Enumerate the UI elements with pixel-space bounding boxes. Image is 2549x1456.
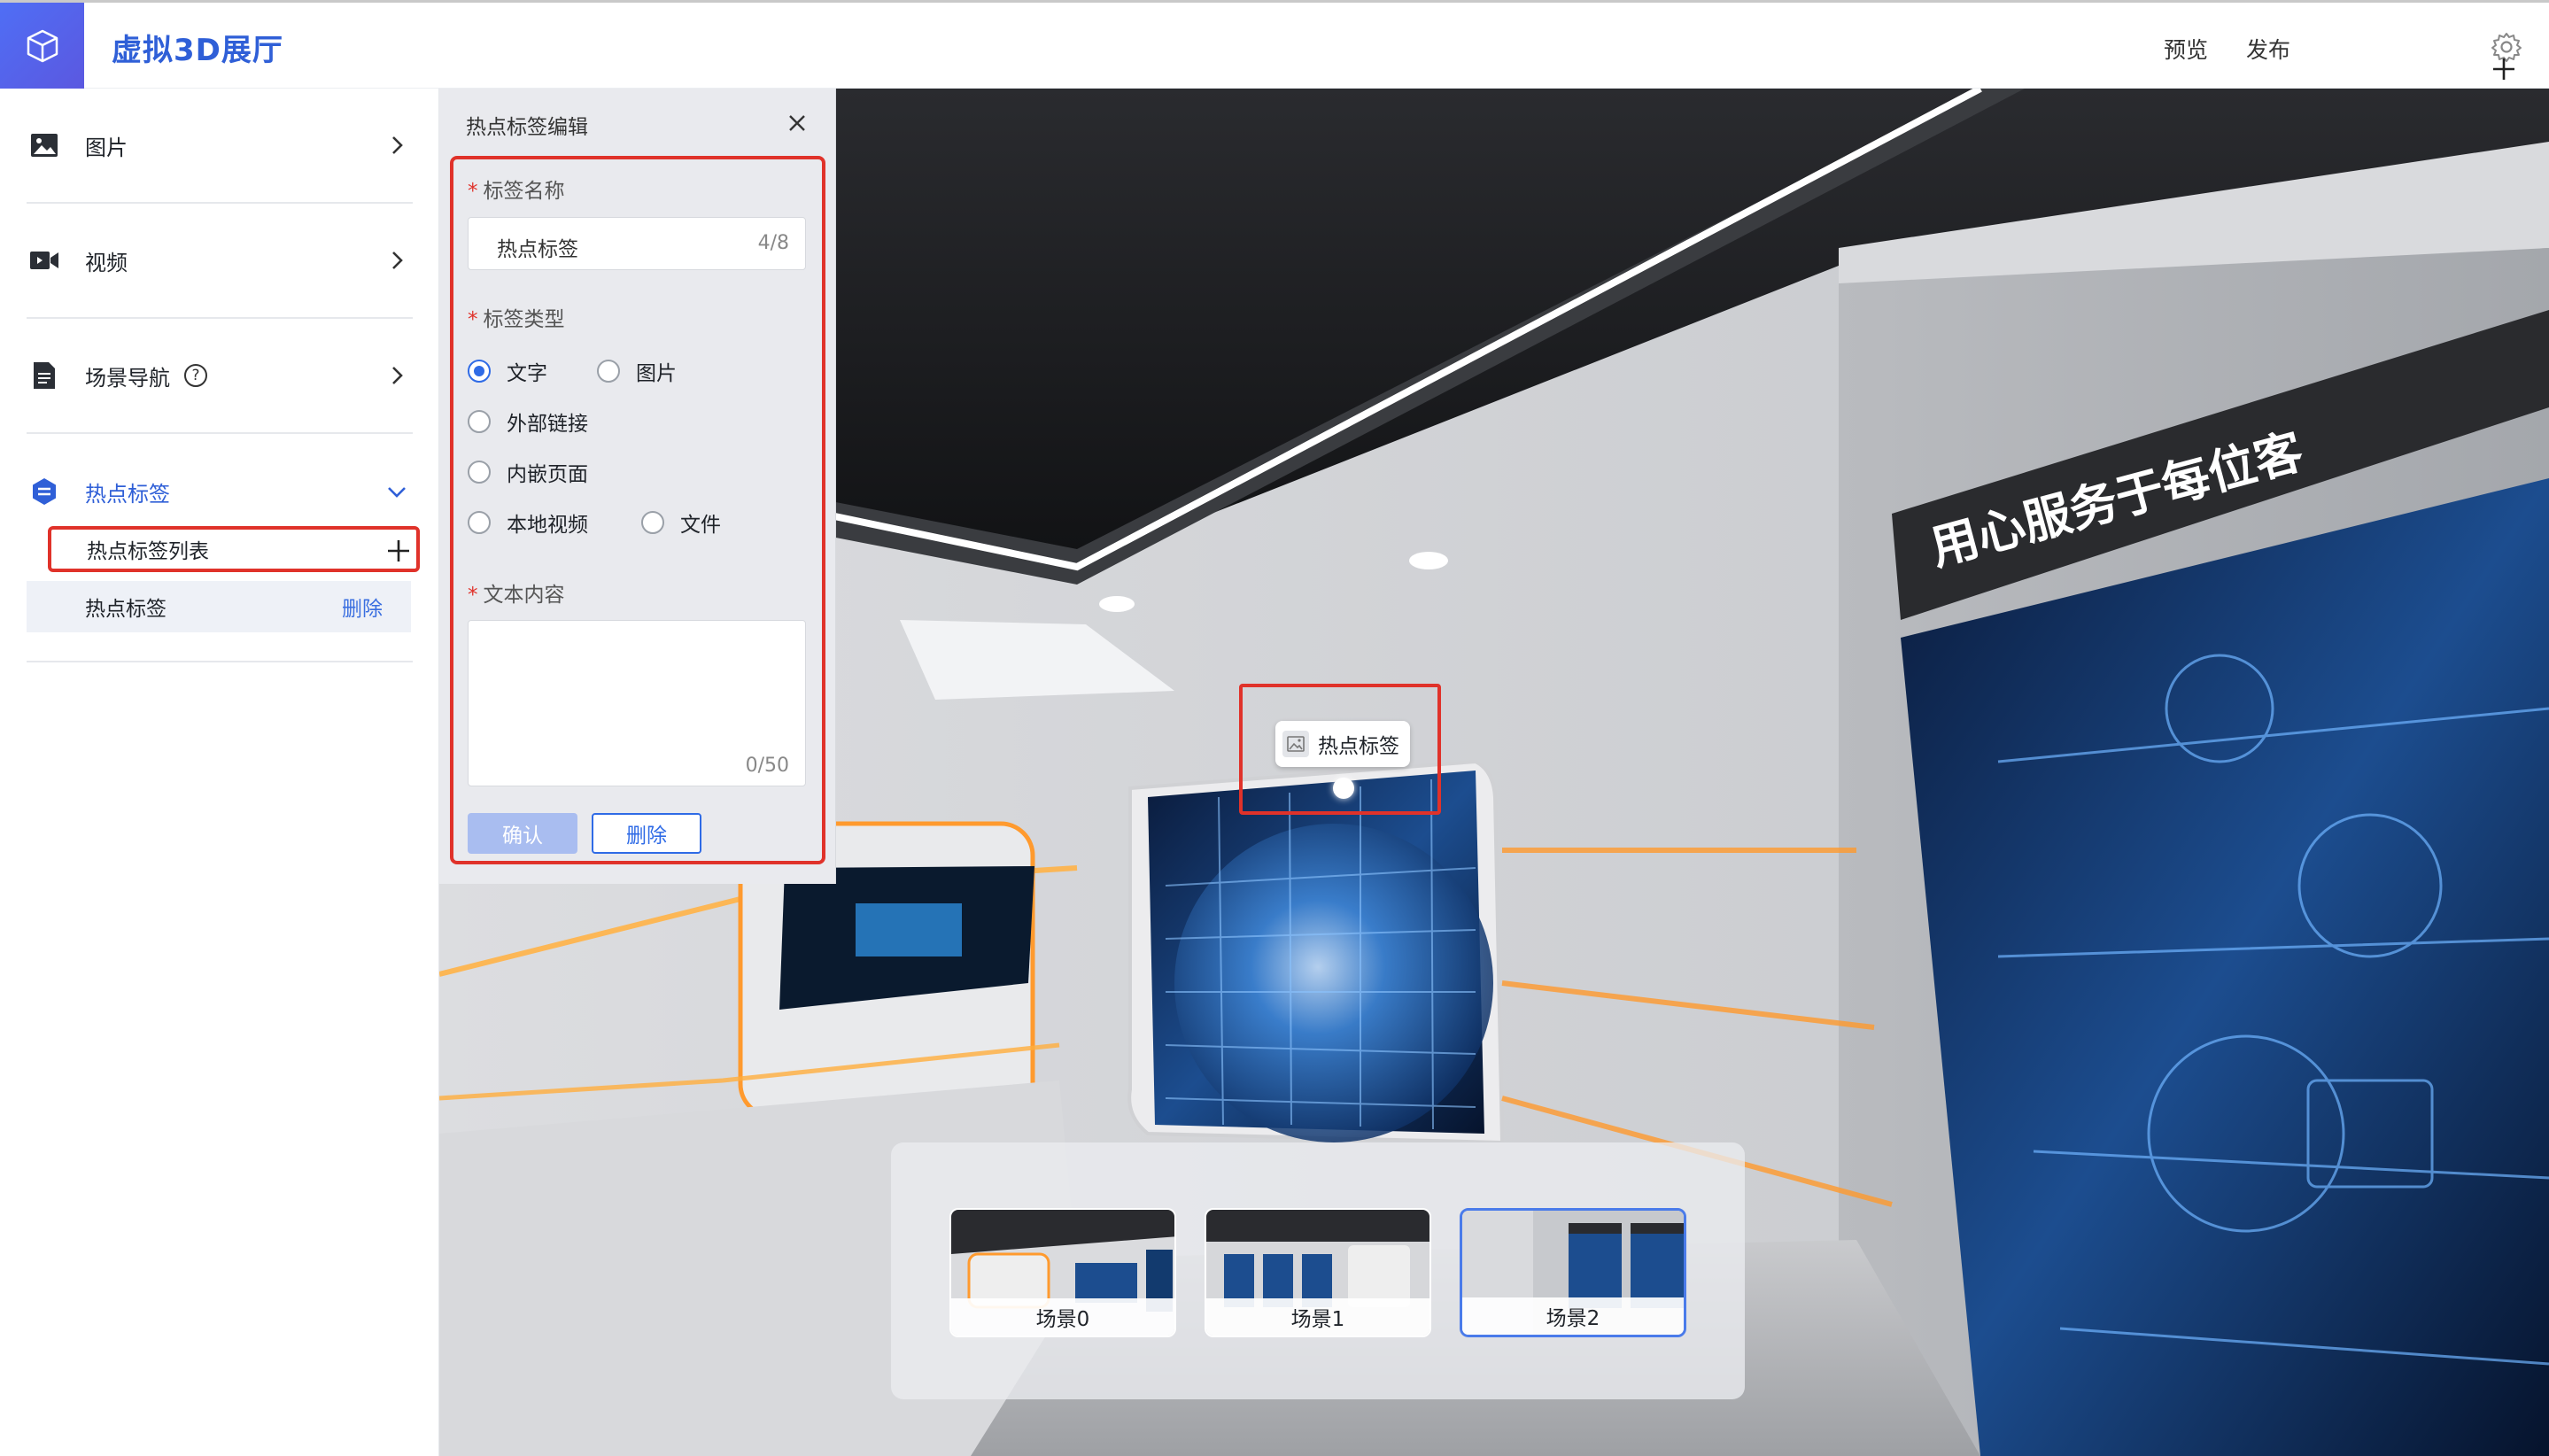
radio-type-text[interactable]: 文字: [468, 356, 547, 386]
name-field-label: * 标签名称: [468, 180, 565, 203]
sidebar-item-label: 图片: [85, 135, 128, 160]
hotspot-tag-icon: [29, 476, 59, 507]
radio-type-embedded-page[interactable]: 内嵌页面: [468, 457, 588, 487]
hotspot-edit-panel: 热点标签编辑 * 标签名称 热点标签 4/8 * 标签类型 文字 图片 外部链接 内…: [439, 89, 836, 884]
logo-cube-icon: [0, 3, 84, 89]
hotspot-tag-label: 热点标签: [1318, 735, 1399, 758]
hotspot-delete-link[interactable]: 删除: [342, 592, 383, 622]
scene-thumbnail-2[interactable]: 场景2: [1460, 1208, 1686, 1337]
scene-label: 场景0: [951, 1298, 1174, 1336]
publish-button[interactable]: 发布: [2246, 33, 2290, 65]
scene-thumbnail-0[interactable]: 场景0: [949, 1208, 1176, 1337]
hotspot-list-item[interactable]: 热点标签 删除: [27, 581, 411, 632]
radio-type-local-video[interactable]: 本地视频: [468, 507, 588, 538]
top-header: 虚拟3D展厅 预览 发布: [0, 0, 2549, 89]
delete-button[interactable]: 删除: [592, 813, 701, 854]
image-icon: [29, 130, 59, 160]
tag-name-value: 热点标签: [497, 238, 578, 261]
chevron-right-icon: [386, 250, 407, 271]
add-hotspot-plus-icon[interactable]: [386, 538, 411, 563]
hotspot-anchor-dot[interactable]: [1333, 778, 1354, 799]
scene-label: 场景1: [1206, 1298, 1429, 1336]
video-icon: [29, 245, 59, 275]
preview-button[interactable]: 预览: [2164, 33, 2208, 65]
sidebar-item-scene-nav[interactable]: 场景导航 ?: [27, 319, 413, 434]
sidebar-item-label: 视频: [85, 250, 128, 275]
hotspot-item-label: 热点标签: [85, 598, 167, 621]
divider: [27, 661, 413, 662]
sidebar-item-label: 热点标签: [85, 481, 170, 507]
hotspot-list-header: 热点标签列表: [48, 526, 420, 572]
content-field-label: * 文本内容: [468, 584, 565, 607]
close-icon[interactable]: [787, 113, 807, 133]
sidebar-item-videos[interactable]: 视频: [27, 204, 413, 319]
chevron-right-icon: [386, 135, 407, 156]
scene-switcher: 场景0 场景1 场景2: [891, 1142, 1745, 1399]
sidebar-item-label: 场景导航: [85, 365, 170, 391]
sidebar: 图片 视频 场景导航 ? 热点标签 热点标签列表 热点标签 删除: [0, 89, 439, 1456]
plus-icon[interactable]: [2491, 56, 2517, 82]
chevron-right-icon: [386, 365, 407, 386]
panel-title: 热点标签编辑: [466, 116, 588, 139]
content-counter: 0/50: [745, 755, 789, 777]
confirm-button[interactable]: 确认: [468, 813, 577, 854]
image-placeholder-icon: [1282, 731, 1309, 757]
radio-type-file[interactable]: 文件: [641, 507, 721, 538]
app-title: 虚拟3D展厅: [112, 33, 283, 68]
radio-type-image[interactable]: 图片: [597, 356, 677, 386]
help-question-icon[interactable]: ?: [184, 364, 207, 387]
type-field-label: * 标签类型: [468, 308, 565, 331]
document-icon: [29, 360, 59, 391]
text-content-textarea[interactable]: 0/50: [468, 620, 806, 786]
tag-name-input[interactable]: 热点标签 4/8: [468, 217, 806, 270]
scene-thumbnail-1[interactable]: 场景1: [1205, 1208, 1431, 1337]
chevron-down-icon: [386, 481, 407, 502]
hotspot-list-title: 热点标签列表: [87, 540, 209, 563]
sidebar-item-images[interactable]: 图片: [27, 89, 413, 204]
hotspot-tag[interactable]: 热点标签: [1275, 721, 1410, 767]
app-root: 虚拟3D展厅 预览 发布 图片 视频 场景导航 ? 热点标签 热点标签列表 热点…: [0, 0, 2549, 1456]
tag-name-counter: 4/8: [757, 232, 789, 254]
radio-type-external-link[interactable]: 外部链接: [468, 407, 588, 437]
scene-label: 场景2: [1462, 1297, 1684, 1335]
